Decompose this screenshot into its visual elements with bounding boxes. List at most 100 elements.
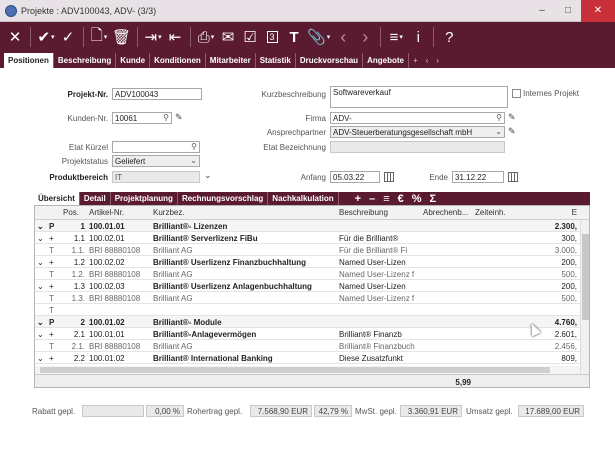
calendar-icon[interactable]: 3 (261, 23, 283, 51)
remove-row-button[interactable]: – (365, 193, 379, 205)
kunden-nr-field[interactable]: 10061 ⚲ (112, 112, 172, 124)
tab-konditionen[interactable]: Konditionen (150, 53, 206, 68)
column-header-pos[interactable]: Pos. (63, 208, 85, 217)
import-icon[interactable]: ⇥ ▾ (142, 23, 164, 51)
cell-e: 3.000, (554, 246, 577, 255)
add-row-button[interactable]: + (351, 193, 365, 205)
table-row[interactable]: T 1.2. BRI 88880108 Brilliant AG Named User-… (35, 268, 581, 280)
task-icon[interactable]: ☑ (239, 23, 261, 51)
search-icon[interactable]: ⚲ (496, 113, 502, 122)
table-row[interactable]: ⌄ +1.3 100.02.03 Brilliant® Userlizenz Anla… (35, 280, 581, 292)
vertical-scrollbar[interactable] (580, 220, 589, 375)
check-icon[interactable]: ✓ (57, 23, 79, 51)
table-row[interactable]: T 1.3. BRI 88880108 Brilliant AG Named User-… (35, 292, 581, 304)
column-header-zeiteinheit[interactable]: Zeiteinh. (475, 208, 519, 217)
tab-kunde[interactable]: Kunde (116, 53, 151, 68)
print-icon[interactable]: ⎙ ▾ (195, 23, 217, 51)
ende-date-field[interactable]: 31.12.22 (452, 171, 504, 183)
internes-projekt-label: Internes Projekt (523, 89, 580, 98)
export-icon[interactable]: ⇤ (164, 23, 186, 51)
maximize-button[interactable]: □ (555, 0, 581, 22)
edit-pencil-icon[interactable]: ✎ (508, 112, 516, 123)
column-header-abrechenbar[interactable]: Abrechenb... (423, 208, 473, 217)
table-row[interactable]: ⌄ +2.2 100.01.02 Brilliant® International B… (35, 352, 581, 364)
next-record-icon[interactable]: › (354, 23, 376, 51)
cell-type: T (49, 294, 54, 303)
table-row[interactable]: T (35, 304, 581, 316)
attachment-icon[interactable]: 📎 ▾ (305, 23, 332, 51)
calendar-icon[interactable] (384, 172, 394, 182)
close-icon[interactable]: ✕ (4, 23, 26, 51)
table-row[interactable]: ⌄ P 2 100.01.02 Brilliant®- Module 4.760, (35, 316, 581, 328)
percent-button[interactable]: % (408, 193, 426, 205)
table-row[interactable]: ⌄ +1.2 100.02.02 Brilliant® Userlizenz Fina… (35, 256, 581, 268)
mail-icon[interactable]: ✉ (217, 23, 239, 51)
subtab-rechnungsvorschlag[interactable]: Rechnungsvorschlag (178, 192, 269, 205)
column-header-kurzbez[interactable]: Kurzbez. (153, 208, 333, 217)
help-icon[interactable]: ? (438, 23, 460, 51)
table-row[interactable]: ⌄ P 1 100.01.01 Brilliant®- Lizenzen 2.300, (35, 220, 581, 232)
tab-mitarbeiter[interactable]: Mitarbeiter (206, 53, 256, 68)
search-icon[interactable]: ⚲ (191, 142, 197, 151)
menu-icon[interactable]: ≡ ▾ (385, 23, 407, 51)
column-header-artikel-nr[interactable]: Artikel-Nr. (89, 208, 149, 217)
chevron-down-icon[interactable]: ⌄ (204, 170, 212, 181)
minimize-button[interactable]: – (529, 0, 555, 22)
subtab-nachkalkulation[interactable]: Nachkalkulation (268, 192, 339, 205)
subtab-ubersicht[interactable]: Übersicht (34, 192, 80, 205)
expand-chevron-icon[interactable]: ⌄ (37, 222, 47, 231)
table-row[interactable]: T 1.1. BRI 88880108 Brilliant AG Für die Bri… (35, 244, 581, 256)
sum-button[interactable]: Σ (426, 193, 441, 205)
tab-scroll-right-icon[interactable]: › (432, 53, 443, 68)
table-row[interactable]: ⌄ +1.1 100.02.01 Brilliant® Serverlizenz Fi… (35, 232, 581, 244)
calendar-icon[interactable] (508, 172, 518, 182)
produktbereich-label: Produktbereich (49, 173, 108, 182)
tab-scroll-left-icon[interactable]: ‹ (422, 53, 433, 68)
list-menu-button[interactable]: ≡ (379, 193, 393, 205)
edit-pencil-icon[interactable]: ✎ (175, 112, 183, 123)
edit-pencil-icon[interactable]: ✎ (508, 126, 516, 137)
delete-icon[interactable]: 🗑 (110, 23, 133, 51)
search-icon[interactable]: ⚲ (163, 113, 169, 122)
expand-chevron-icon[interactable]: ⌄ (37, 282, 47, 291)
anfang-date-field[interactable]: 05.03.22 (330, 171, 380, 183)
teams-icon[interactable]: T (283, 23, 305, 51)
cell-e: 200, (561, 258, 577, 267)
tab-beschreibung[interactable]: Beschreibung (54, 53, 117, 68)
cell-kurzbez: Brilliant®- Module (153, 318, 222, 327)
currency-button[interactable]: € (394, 193, 408, 205)
horizontal-scrollbar[interactable] (35, 366, 581, 374)
column-header-beschreibung[interactable]: Beschreibung (339, 208, 419, 217)
kurzbeschreibung-field[interactable]: Softwareverkauf (330, 86, 508, 108)
subtab-projektplanung[interactable]: Projektplanung (111, 192, 178, 205)
table-row[interactable]: T 2.1. BRI 88880108 Brilliant AG Brilliant® … (35, 340, 581, 352)
expand-chevron-icon[interactable]: ⌄ (37, 354, 47, 363)
tab-positionen[interactable]: Positionen (4, 53, 54, 68)
tab-druckvorschau[interactable]: Druckvorschau (296, 53, 364, 68)
subtab-detail[interactable]: Detail (80, 192, 111, 205)
tab-statistik[interactable]: Statistik (256, 53, 296, 68)
title-bar: Projekte : ADV100043, ADV- (3/3) – □ ✕ (0, 0, 615, 22)
produktbereich-field[interactable]: IT (112, 171, 200, 183)
add-tab-button[interactable]: + (409, 53, 422, 68)
etat-bezeichnung-field[interactable] (330, 141, 505, 153)
expand-chevron-icon[interactable]: ⌄ (37, 330, 47, 339)
ansprechpartner-select[interactable]: ADV-Steuerberatungsgesellschaft mbH ⌄ (330, 126, 505, 138)
tab-angebote[interactable]: Angebote (363, 53, 409, 68)
firma-field[interactable]: ADV- ⚲ (330, 112, 505, 124)
previous-record-icon[interactable]: ‹ (332, 23, 354, 51)
cell-artikel-nr: 100.01.01 (89, 330, 125, 339)
info-icon[interactable]: i (407, 23, 429, 51)
expand-chevron-icon[interactable]: ⌄ (37, 234, 47, 243)
table-row[interactable]: ⌄ +2.1 100.01.01 Brilliant®-Anlagevermögen B… (35, 328, 581, 340)
projektstatus-select[interactable]: Geliefert ⌄ (112, 155, 200, 167)
expand-chevron-icon[interactable]: ⌄ (37, 258, 47, 267)
close-window-button[interactable]: ✕ (581, 0, 615, 22)
expand-chevron-icon[interactable]: ⌄ (37, 318, 47, 327)
projekt-nr-field[interactable]: ADV100043 (112, 88, 202, 100)
etat-kurzel-field[interactable]: ⚲ (112, 141, 200, 153)
column-header-e[interactable]: E (523, 208, 577, 217)
new-document-icon[interactable]: 🗋 ▾ (88, 23, 110, 51)
internes-projekt-checkbox[interactable] (512, 89, 521, 98)
check-all-icon[interactable]: ✔ ▾ (35, 23, 57, 51)
